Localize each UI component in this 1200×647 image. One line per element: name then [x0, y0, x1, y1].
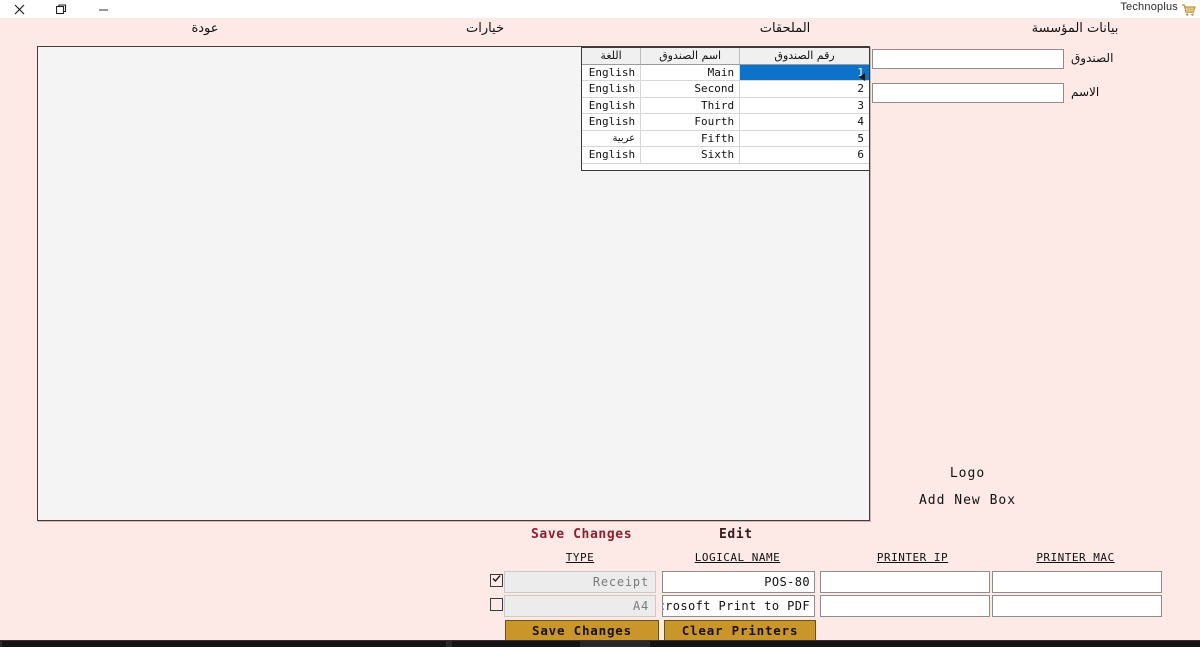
application-window: Technoplus بيانات المؤسسة الملحقات خيارا…: [0, 0, 1200, 647]
grid-header-language[interactable]: اللغة: [582, 48, 641, 64]
cell-box-name: Sixth: [641, 147, 740, 164]
window-controls: [8, 0, 114, 18]
cell-box-name: Fourth: [641, 114, 740, 131]
grid-header-box-name[interactable]: اسم الصندوق: [641, 48, 740, 64]
cell-language: English: [582, 114, 641, 131]
printers-header-printer-ip: PRINTER IP: [840, 551, 985, 564]
cell-box-name: Fifth: [641, 130, 740, 147]
printer-logical-name-field[interactable]: crosoft Print to PDF: [662, 595, 815, 617]
taskbar: [0, 640, 1200, 647]
save-changes-button[interactable]: Save Changes: [505, 620, 659, 641]
table-row[interactable]: English Main 1: [582, 64, 869, 81]
name-label: الاسم: [1071, 85, 1099, 99]
close-icon[interactable]: [8, 1, 30, 17]
table-row[interactable]: English Fourth 4: [582, 114, 869, 131]
title-bar: Technoplus: [0, 0, 1200, 18]
printers-header-logical-name: LOGICAL NAME: [665, 551, 810, 564]
cell-box-number: 5: [740, 130, 869, 147]
menu-attachments[interactable]: الملحقات: [670, 21, 900, 36]
app-title: Technoplus: [1120, 1, 1178, 13]
cell-box-name: Third: [641, 97, 740, 114]
edit-link[interactable]: Edit: [719, 527, 753, 542]
cell-box-number: 1: [740, 64, 869, 81]
menu-options[interactable]: خيارات: [370, 21, 600, 36]
printer-ip-input[interactable]: [820, 571, 990, 593]
printer-row: A4 crosoft Print to PDF: [490, 595, 1190, 617]
printer-mac-input[interactable]: [992, 595, 1162, 617]
printer-row: Receipt POS-80: [490, 571, 1190, 593]
minimize-icon[interactable]: [92, 1, 114, 17]
printers-header-printer-mac: PRINTER MAC: [1003, 551, 1148, 564]
cell-box-name: Second: [641, 81, 740, 98]
printer-mac-input[interactable]: [992, 571, 1162, 593]
save-changes-link[interactable]: Save Changes: [531, 527, 632, 542]
printer-logical-name-field[interactable]: POS-80: [662, 571, 815, 593]
cell-box-number: 6: [740, 147, 869, 164]
grid-header-box-number[interactable]: رقم الصندوق: [740, 48, 869, 64]
checkmark-icon: [492, 574, 501, 585]
cell-language: English: [582, 64, 641, 81]
cell-box-number: 3: [740, 97, 869, 114]
printer-ip-input[interactable]: [820, 595, 990, 617]
table-row[interactable]: English Third 3: [582, 97, 869, 114]
table-row[interactable]: عربية Fifth 5: [582, 130, 869, 147]
shopping-cart-icon: [1181, 2, 1197, 16]
printer-type-field: A4: [504, 595, 656, 617]
menu-organization-data[interactable]: بيانات المؤسسة: [950, 21, 1200, 36]
cell-language: English: [582, 81, 641, 98]
cell-box-number: 4: [740, 114, 869, 131]
printer-type-field: Receipt: [504, 571, 656, 593]
cell-language: عربية: [582, 130, 641, 147]
cell-language: English: [582, 147, 641, 164]
printer-enabled-checkbox[interactable]: [490, 598, 503, 611]
logo-label[interactable]: Logo: [880, 466, 1055, 481]
cell-box-number: 2: [740, 81, 869, 98]
menu-bar: بيانات المؤسسة الملحقات خيارات عودة: [0, 18, 1200, 44]
printer-enabled-checkbox[interactable]: [490, 574, 503, 587]
menu-back[interactable]: عودة: [90, 21, 320, 36]
box-label: الصندوق: [1071, 51, 1113, 65]
left-triangle-icon: [858, 72, 868, 84]
table-row[interactable]: English Sixth 6: [582, 147, 869, 164]
cell-box-name: Main: [641, 64, 740, 81]
restore-icon[interactable]: [50, 1, 72, 17]
clear-printers-button[interactable]: Clear Printers: [664, 620, 816, 641]
cell-language: English: [582, 97, 641, 114]
boxes-data-grid[interactable]: اللغة اسم الصندوق رقم الصندوق English Ma…: [581, 47, 870, 171]
box-input[interactable]: [872, 49, 1064, 69]
name-input[interactable]: [872, 83, 1064, 103]
grid-header-row: اللغة اسم الصندوق رقم الصندوق: [582, 48, 869, 64]
add-new-box-button[interactable]: Add New Box: [880, 493, 1055, 508]
table-row[interactable]: English Second 2: [582, 81, 869, 98]
printers-header-type: TYPE: [520, 551, 640, 564]
